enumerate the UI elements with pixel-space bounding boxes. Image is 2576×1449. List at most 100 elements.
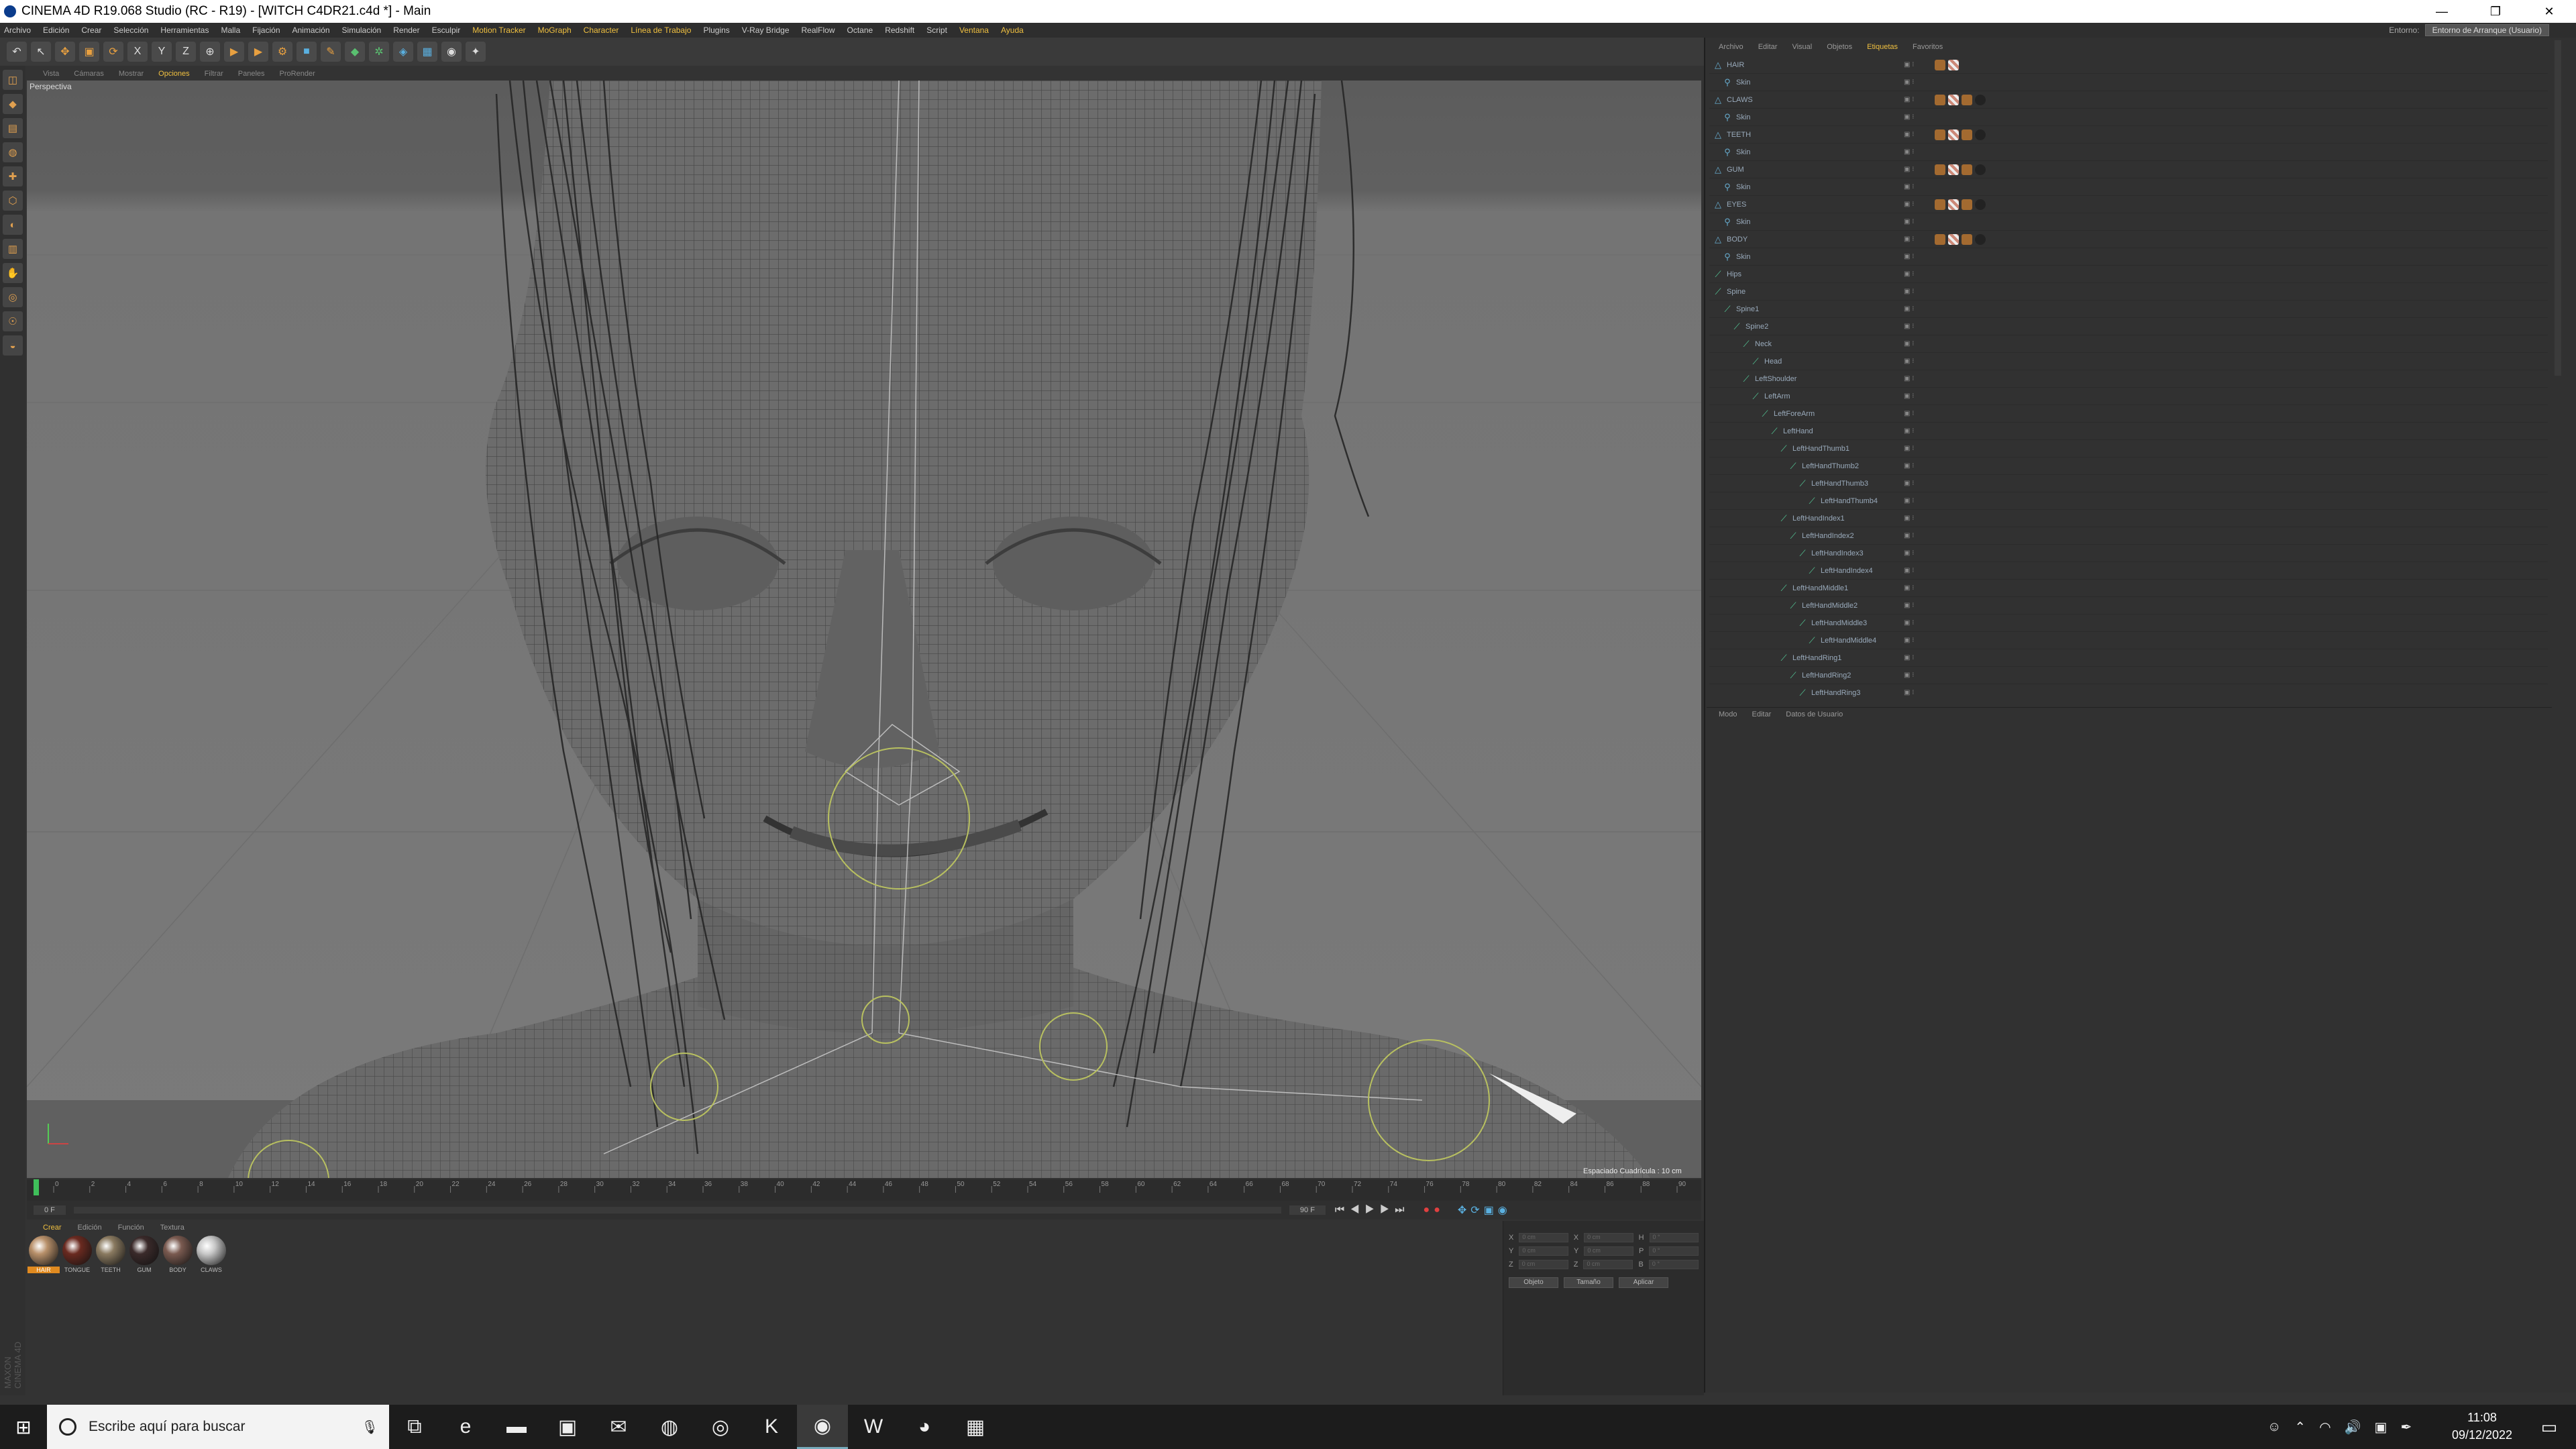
undo-icon[interactable]: ↶ — [7, 42, 27, 62]
object-row[interactable]: ⟋ LeftHandMiddle4 ▣ ⁝ — [1709, 632, 2548, 649]
viewport-menu-4[interactable]: Filtrar — [205, 70, 223, 78]
object-tag-icon[interactable] — [1935, 59, 1945, 70]
word-icon[interactable]: W — [848, 1405, 899, 1449]
object-row[interactable]: ⟋ LeftForeArm ▣ ⁝ — [1709, 405, 2548, 423]
subdivision-icon[interactable]: ◆ — [345, 42, 365, 62]
left-tool-0[interactable]: ◫ — [3, 70, 23, 90]
material-menu-3[interactable]: Textura — [160, 1224, 184, 1232]
menu-item-1[interactable]: Edición — [43, 25, 69, 35]
menu-item-21[interactable]: Ventana — [959, 25, 989, 35]
object-row[interactable]: ⟋ LeftHandIndex1 ▣ ⁝ — [1709, 510, 2548, 527]
object-row[interactable]: ⚲ Skin ▣ ⁝ — [1709, 248, 2548, 266]
object-row[interactable]: ⟋ Spine1 ▣ ⁝ — [1709, 301, 2548, 318]
end-frame-field[interactable]: 90 F — [1289, 1205, 1326, 1215]
cinema4d-icon[interactable]: ◉ — [797, 1405, 848, 1449]
object-tag-icon[interactable] — [1948, 129, 1959, 140]
menu-item-7[interactable]: Animación — [292, 25, 330, 35]
visibility-flags[interactable]: ▣ ⁝ — [1904, 358, 1935, 365]
attribute-menu-0[interactable]: Modo — [1719, 710, 1737, 718]
object-row[interactable]: ⟋ Head ▣ ⁝ — [1709, 353, 2548, 370]
menu-item-22[interactable]: Ayuda — [1001, 25, 1024, 35]
material-swatch[interactable]: HAIR — [28, 1236, 60, 1276]
file-explorer-icon[interactable]: ▬ — [491, 1405, 542, 1449]
visibility-flags[interactable]: ▣ ⁝ — [1904, 113, 1935, 121]
visibility-flags[interactable]: ▣ ⁝ — [1904, 166, 1935, 173]
record-buttons[interactable]: ●● — [1424, 1204, 1444, 1216]
coord-field[interactable]: 0 cm — [1518, 1260, 1568, 1269]
object-tag-icon[interactable] — [1975, 94, 1986, 105]
viewport-menu-3[interactable]: Opciones — [158, 70, 189, 78]
spline-pen-icon[interactable]: ✎ — [321, 42, 341, 62]
object-tag-icon[interactable] — [1975, 233, 1986, 245]
menu-item-0[interactable]: Archivo — [4, 25, 31, 35]
transport-buttons[interactable]: ⏮◀▶▶⏭ — [1335, 1204, 1410, 1216]
start-button[interactable]: ⊞ — [0, 1405, 47, 1449]
object-tag-icon[interactable] — [1935, 164, 1945, 175]
material-swatch[interactable]: TEETH — [95, 1236, 127, 1276]
object-row[interactable]: ⟋ Neck ▣ ⁝ — [1709, 335, 2548, 353]
minimize-button[interactable]: — — [2415, 0, 2469, 23]
coord-field[interactable]: 0 cm — [1519, 1246, 1568, 1256]
viewport-menu-0[interactable]: Vista — [43, 70, 59, 78]
people-icon[interactable]: ☺ — [2267, 1419, 2281, 1435]
visibility-flags[interactable]: ▣ ⁝ — [1904, 253, 1935, 260]
menu-item-4[interactable]: Herramientas — [160, 25, 209, 35]
winrar-icon[interactable]: ▦ — [950, 1405, 1001, 1449]
coord-field[interactable]: 0 cm — [1519, 1233, 1568, 1242]
viewport-menu-6[interactable]: ProRender — [280, 70, 315, 78]
visibility-flags[interactable]: ▣ ⁝ — [1904, 305, 1935, 313]
notification-center-icon[interactable]: ▭ — [2529, 1405, 2569, 1449]
layout-dropdown[interactable]: Entorno de Arranque (Usuario) — [2424, 24, 2549, 36]
viewport-menu-1[interactable]: Cámaras — [74, 70, 104, 78]
left-tool-4[interactable]: ✚ — [3, 166, 23, 186]
menu-item-11[interactable]: Motion Tracker — [472, 25, 525, 35]
coord-field[interactable]: 0 cm — [1583, 1260, 1633, 1269]
menu-item-18[interactable]: Octane — [847, 25, 873, 35]
object-row[interactable]: ⚲ Skin ▣ ⁝ — [1709, 178, 2548, 196]
left-tool-9[interactable]: ◎ — [3, 287, 23, 307]
coord-field[interactable]: 0 ° — [1649, 1233, 1699, 1242]
visibility-flags[interactable]: ▣ ⁝ — [1904, 462, 1935, 470]
visibility-flags[interactable]: ▣ ⁝ — [1904, 148, 1935, 156]
left-tool-8[interactable]: ✋ — [3, 263, 23, 283]
object-row[interactable]: ⟋ LeftHandThumb2 ▣ ⁝ — [1709, 458, 2548, 475]
object-row[interactable]: △ BODY ▣ ⁝ — [1709, 231, 2548, 248]
pen-icon[interactable]: ✒ — [2400, 1419, 2412, 1436]
viewport-menu-2[interactable]: Mostrar — [119, 70, 144, 78]
object-row[interactable]: △ TEETH ▣ ⁝ — [1709, 126, 2548, 144]
menu-item-14[interactable]: Línea de Trabajo — [631, 25, 691, 35]
menu-item-8[interactable]: Simulación — [342, 25, 382, 35]
viewport-3d[interactable] — [27, 80, 1701, 1178]
show-hidden-icons-icon[interactable]: ⌃ — [2294, 1419, 2306, 1436]
viewport-menu-5[interactable]: Paneles — [238, 70, 265, 78]
light-icon[interactable]: ✦ — [466, 42, 486, 62]
visibility-flags[interactable]: ▣ ⁝ — [1904, 392, 1935, 400]
menu-item-13[interactable]: Character — [584, 25, 619, 35]
apply-button[interactable]: Aplicar — [1619, 1277, 1668, 1288]
visibility-flags[interactable]: ▣ ⁝ — [1904, 410, 1935, 417]
menu-item-9[interactable]: Render — [393, 25, 419, 35]
object-row[interactable]: △ CLAWS ▣ ⁝ — [1709, 91, 2548, 109]
object-row[interactable]: ⟋ LeftHandMiddle2 ▣ ⁝ — [1709, 597, 2548, 614]
visibility-flags[interactable]: ▣ ⁝ — [1904, 549, 1935, 557]
visibility-flags[interactable]: ▣ ⁝ — [1904, 689, 1935, 696]
menu-item-6[interactable]: Fijación — [252, 25, 280, 35]
coord-field[interactable]: 0 ° — [1648, 1260, 1699, 1269]
object-tag-icon[interactable] — [1975, 164, 1986, 175]
visibility-flags[interactable]: ▣ ⁝ — [1904, 497, 1935, 504]
visibility-flags[interactable]: ▣ ⁝ — [1904, 637, 1935, 644]
visibility-flags[interactable]: ▣ ⁝ — [1904, 375, 1935, 382]
left-tool-6[interactable]: ◐ — [3, 215, 23, 235]
object-row[interactable]: ⚲ Skin ▣ ⁝ — [1709, 144, 2548, 161]
object-tag-icon[interactable] — [1935, 129, 1945, 140]
object-menu-4[interactable]: Etiquetas — [1867, 43, 1898, 51]
visibility-flags[interactable]: ▣ ⁝ — [1904, 288, 1935, 295]
material-swatch[interactable]: CLAWS — [195, 1236, 227, 1276]
visibility-flags[interactable]: ▣ ⁝ — [1904, 619, 1935, 627]
firefox-icon[interactable]: ◍ — [644, 1405, 695, 1449]
visibility-flags[interactable]: ▣ ⁝ — [1904, 96, 1935, 103]
object-row[interactable]: △ HAIR ▣ ⁝ — [1709, 56, 2548, 74]
object-tag-icon[interactable] — [1975, 129, 1986, 140]
visibility-flags[interactable]: ▣ ⁝ — [1904, 235, 1935, 243]
maximize-button[interactable]: ❐ — [2469, 0, 2522, 23]
